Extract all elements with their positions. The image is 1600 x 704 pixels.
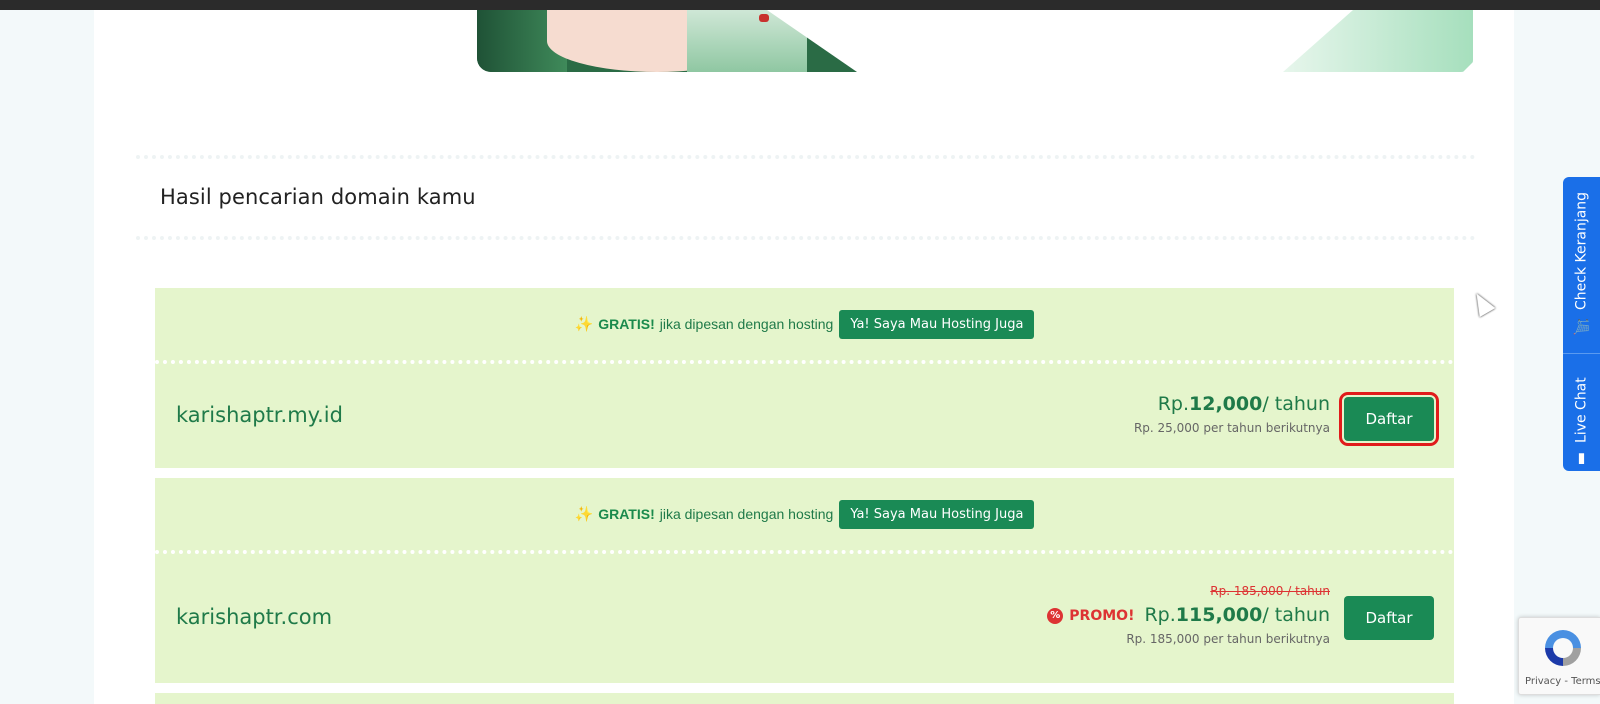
domain-price: Rp.12,000/ tahun [1134,393,1330,415]
renewal-price: Rp. 185,000 per tahun berikutnya [1126,632,1330,646]
dotted-separator [155,360,1454,364]
domain-price: % PROMO! Rp.115,000/ tahun [1047,604,1330,626]
recaptcha-badge[interactable]: Privacy - Terms [1518,617,1600,695]
hosting-promo-row: ✨ GRATIS! jika dipesan dengan hosting Ya… [155,288,1454,360]
promo-badge: % PROMO! [1047,607,1135,624]
recaptcha-links[interactable]: Privacy - Terms [1525,676,1600,687]
chat-icon: ▮ [1573,451,1590,467]
sparkle-icon: ✨ [574,506,594,523]
promo-label: PROMO! [1069,607,1135,624]
percent-icon: % [1047,607,1064,624]
price-value: 115,000 [1175,604,1263,626]
hero-banner [0,0,1600,72]
promo-text: jika dipesan dengan hosting [659,316,834,332]
price-box: Rp. 185,000 / tahun % PROMO! Rp.115,000/ t… [1047,584,1330,646]
promo-text: jika dipesan dengan hosting [659,506,834,522]
add-hosting-button[interactable]: Ya! Saya Mau Hosting Juga [839,309,1035,339]
price-value: 12,000 [1189,393,1263,415]
hosting-promo-row: ✨ GRATIS! jika dipesan dengan hosting Ya… [155,478,1454,550]
price-box: Rp.12,000/ tahun Rp. 25,000 per tahun be… [1134,393,1330,435]
price-suffix: / tahun [1262,393,1330,415]
price-prefix: Rp. [1144,604,1176,626]
live-chat-label: Live Chat [1573,377,1590,443]
gratis-label: GRATIS! [598,506,655,522]
sparkle-icon: ✨ [574,316,594,333]
gratis-label: GRATIS! [598,316,655,332]
tab-divider [1563,353,1600,354]
register-button[interactable]: Daftar [1344,596,1434,640]
domain-result-card [155,693,1454,704]
check-cart-tab[interactable]: 🛒 Check Keranjang [1563,185,1600,335]
domain-result-card: ✨ GRATIS! jika dipesan dengan hosting Ya… [155,478,1454,683]
price-prefix: Rp. [1157,393,1189,415]
domain-result-card: ✨ GRATIS! jika dipesan dengan hosting Ya… [155,288,1454,468]
check-cart-label: Check Keranjang [1573,191,1590,310]
recaptcha-icon [1545,630,1581,666]
hero-decoration [1283,10,1473,72]
domain-name: karishaptr.my.id [176,403,343,427]
results-title: Hasil pencarian domain kamu [160,185,476,209]
cart-icon: 🛒 [1573,317,1590,335]
price-suffix: / tahun [1262,604,1330,626]
live-chat-tab[interactable]: ▮ Live Chat [1563,357,1600,467]
divider [136,236,1476,240]
divider [136,155,1476,159]
register-button[interactable]: Daftar [1339,392,1439,446]
renewal-price: Rp. 25,000 per tahun berikutnya [1133,421,1330,435]
old-price: Rp. 185,000 / tahun [1210,584,1330,598]
dotted-separator [155,550,1454,554]
hero-photo [477,10,857,72]
domain-name: karishaptr.com [176,605,333,629]
add-hosting-button[interactable]: Ya! Saya Mau Hosting Juga [839,499,1035,529]
side-floating-tab: 🛒 Check Keranjang ▮ Live Chat [1563,177,1600,471]
